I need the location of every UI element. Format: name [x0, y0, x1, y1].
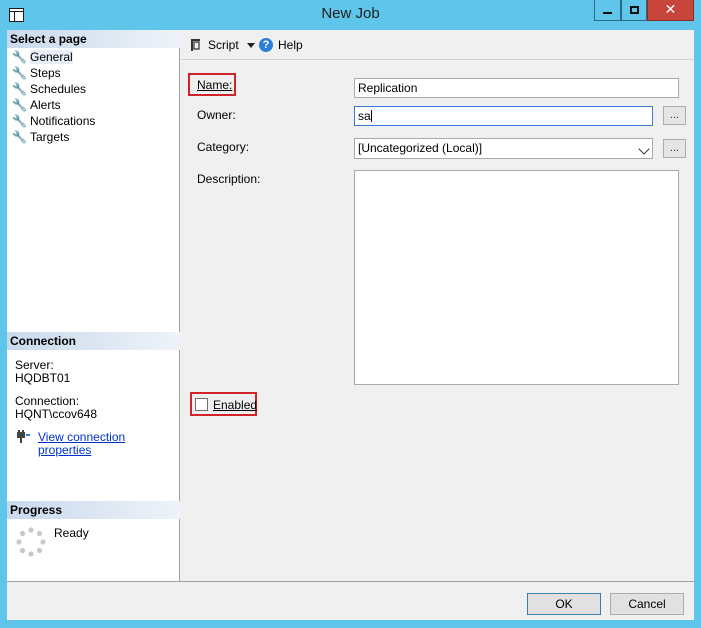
name-label: Name:	[197, 78, 233, 92]
progress-status: Ready	[54, 526, 89, 540]
script-button[interactable]: Script	[188, 38, 255, 52]
owner-label: Owner:	[197, 108, 236, 122]
maximize-icon	[629, 6, 639, 14]
script-label: Script	[208, 38, 239, 52]
new-job-window: New Job ✕ Select a page 🔧 General 🔧 Step…	[0, 0, 701, 628]
owner-input[interactable]: sa	[354, 106, 653, 126]
help-label: Help	[278, 38, 303, 52]
enabled-label[interactable]: Enabled	[213, 398, 257, 412]
close-icon: ✕	[664, 2, 677, 18]
close-button[interactable]: ✕	[647, 0, 694, 21]
page-list: 🔧 General 🔧 Steps 🔧 Schedules 🔧 Alerts 🔧	[12, 49, 95, 145]
progress-header: Progress	[7, 501, 180, 519]
server-value: HQDBT01	[15, 371, 71, 385]
page-item-label: Steps	[30, 66, 61, 80]
page-item-label: Alerts	[30, 98, 61, 112]
page-item-notifications[interactable]: 🔧 Notifications	[12, 113, 95, 129]
dialog-button-bar: OK Cancel	[7, 581, 694, 620]
help-button[interactable]: ? Help	[259, 38, 303, 52]
dialog-client-area: Select a page 🔧 General 🔧 Steps 🔧 Schedu…	[7, 30, 694, 620]
page-item-alerts[interactable]: 🔧 Alerts	[12, 97, 95, 113]
enabled-checkbox[interactable]	[195, 398, 208, 411]
page-item-general[interactable]: 🔧 General	[12, 49, 95, 65]
description-label: Description:	[197, 172, 261, 186]
plug-icon	[17, 430, 30, 443]
connection-value: HQNT\ccov648	[15, 407, 98, 421]
left-pane: Select a page 🔧 General 🔧 Steps 🔧 Schedu…	[7, 30, 180, 581]
view-connection-properties-link[interactable]: View connection properties	[38, 431, 179, 457]
general-page: Script ? Help Name: Replication Owner: s…	[181, 30, 694, 581]
page-item-label: Notifications	[30, 114, 96, 128]
script-dropdown-icon[interactable]	[246, 42, 255, 48]
maximize-button[interactable]	[621, 0, 647, 21]
connection-header: Connection	[7, 332, 180, 350]
minimize-button[interactable]	[594, 0, 621, 21]
wrench-icon: 🔧	[12, 97, 27, 112]
page-item-label: Targets	[30, 130, 70, 144]
name-input[interactable]: Replication	[354, 78, 679, 98]
category-browse-button[interactable]: ...	[663, 139, 686, 158]
description-textarea[interactable]	[354, 170, 679, 385]
progress-spinner-icon	[16, 527, 46, 557]
wrench-icon: 🔧	[12, 65, 27, 80]
select-page-header: Select a page	[7, 30, 180, 48]
script-icon	[191, 39, 200, 51]
toolbar: Script ? Help	[181, 30, 694, 60]
title-bar[interactable]: New Job ✕	[0, 0, 701, 30]
wrench-icon: 🔧	[12, 129, 27, 144]
category-label: Category:	[197, 140, 250, 154]
category-select[interactable]: [Uncategorized (Local)]	[354, 138, 653, 159]
cancel-button[interactable]: Cancel	[610, 593, 684, 615]
page-item-label: General	[30, 50, 73, 64]
ok-button[interactable]: OK	[527, 593, 601, 615]
wrench-icon: 🔧	[12, 49, 27, 64]
page-item-label: Schedules	[30, 82, 87, 96]
minimize-icon	[603, 12, 612, 14]
help-icon: ?	[259, 38, 273, 52]
owner-browse-button[interactable]: ...	[663, 106, 686, 125]
wrench-icon: 🔧	[12, 113, 27, 128]
wrench-icon: 🔧	[12, 81, 27, 96]
page-item-targets[interactable]: 🔧 Targets	[12, 129, 95, 145]
page-item-steps[interactable]: 🔧 Steps	[12, 65, 95, 81]
page-item-schedules[interactable]: 🔧 Schedules	[12, 81, 95, 97]
chevron-down-icon	[638, 143, 650, 155]
